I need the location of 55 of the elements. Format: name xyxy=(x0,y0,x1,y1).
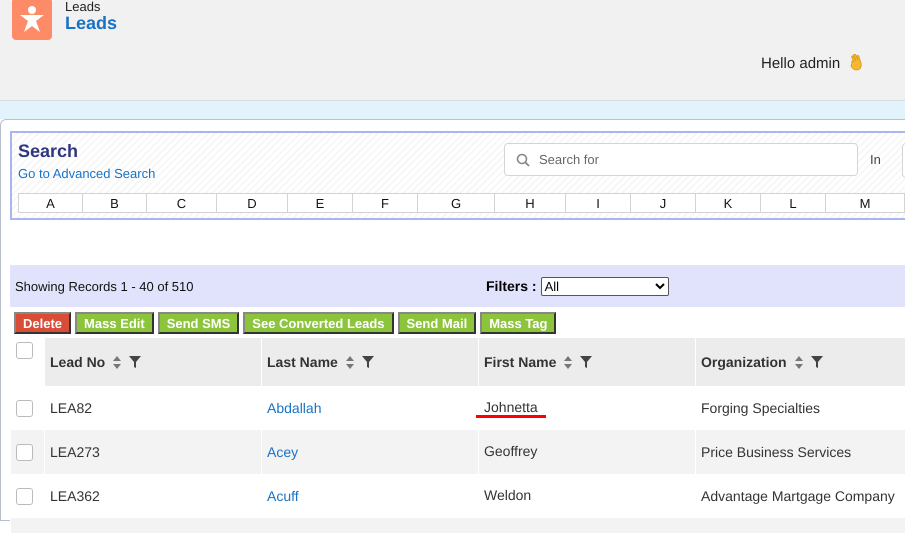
records-summary: Showing Records 1 - 40 of 510 xyxy=(15,278,194,294)
sort-icon[interactable] xyxy=(113,356,122,368)
letter-filter[interactable]: I xyxy=(565,193,631,213)
filter-icon[interactable] xyxy=(810,356,823,368)
filters-label: Filters : xyxy=(486,278,537,294)
letter-filter[interactable]: B xyxy=(82,193,147,213)
in-label: In xyxy=(870,152,881,167)
letter-filter[interactable]: F xyxy=(352,193,418,213)
search-title: Search xyxy=(18,141,78,162)
letter-filter[interactable]: E xyxy=(287,193,353,213)
filter-icon[interactable] xyxy=(362,356,374,368)
last-name-link[interactable]: Abdallah xyxy=(267,400,322,416)
sort-icon[interactable] xyxy=(794,356,803,368)
row-checkbox[interactable] xyxy=(16,488,33,504)
column-header[interactable]: Lead No xyxy=(50,354,106,370)
sort-icon[interactable] xyxy=(346,356,354,368)
table-cell: Price Business Services xyxy=(701,444,852,460)
search-field[interactable]: Search for xyxy=(504,143,858,176)
letter-filter[interactable]: M xyxy=(825,193,905,213)
table-cell-text: Weldon xyxy=(483,486,532,504)
column-header[interactable]: Organization xyxy=(701,354,787,370)
action-button[interactable]: Delete xyxy=(14,312,72,334)
page-title: Leads xyxy=(65,13,118,34)
table-cell: LEA82 xyxy=(50,400,92,416)
chevron-down-icon xyxy=(654,282,665,290)
search-icon xyxy=(516,153,530,167)
advanced-search-link[interactable]: Go to Advanced Search xyxy=(18,166,156,181)
row-checkbox[interactable] xyxy=(16,400,33,416)
letter-filter[interactable]: C xyxy=(146,193,217,213)
filter-icon[interactable] xyxy=(129,356,142,368)
filter-dropdown[interactable]: All xyxy=(540,276,669,296)
table-cell: Forging Specialties xyxy=(701,400,820,416)
table-cell: Advantage Martgage Company xyxy=(701,488,895,504)
column-header[interactable]: Last Name xyxy=(267,354,338,370)
person-icon xyxy=(12,0,52,40)
last-name-link[interactable]: Acey xyxy=(267,444,298,460)
sort-icon[interactable] xyxy=(564,356,572,368)
letter-filter[interactable]: K xyxy=(695,193,761,213)
letter-filter[interactable]: A xyxy=(18,193,83,213)
filter-icon[interactable] xyxy=(580,356,592,368)
letter-filter[interactable]: G xyxy=(417,193,495,213)
row-checkbox[interactable] xyxy=(16,444,33,460)
last-name-link[interactable]: Acuff xyxy=(267,488,299,504)
column-header[interactable]: First Name xyxy=(484,354,556,370)
letter-filter[interactable]: L xyxy=(760,193,826,213)
letter-filter[interactable]: D xyxy=(216,193,288,213)
select-all-checkbox[interactable] xyxy=(16,342,32,359)
greeting: Hello admin xyxy=(761,54,840,72)
table-cell: LEA273 xyxy=(50,444,100,460)
table-cell-text: Geoffrey xyxy=(483,442,538,461)
table-cell: LEA362 xyxy=(50,488,100,504)
letter-filter[interactable]: J xyxy=(630,193,696,213)
breadcrumb: Leads xyxy=(65,0,100,14)
table-cell: Johnetta xyxy=(476,398,546,418)
letter-filter[interactable]: H xyxy=(494,193,566,213)
